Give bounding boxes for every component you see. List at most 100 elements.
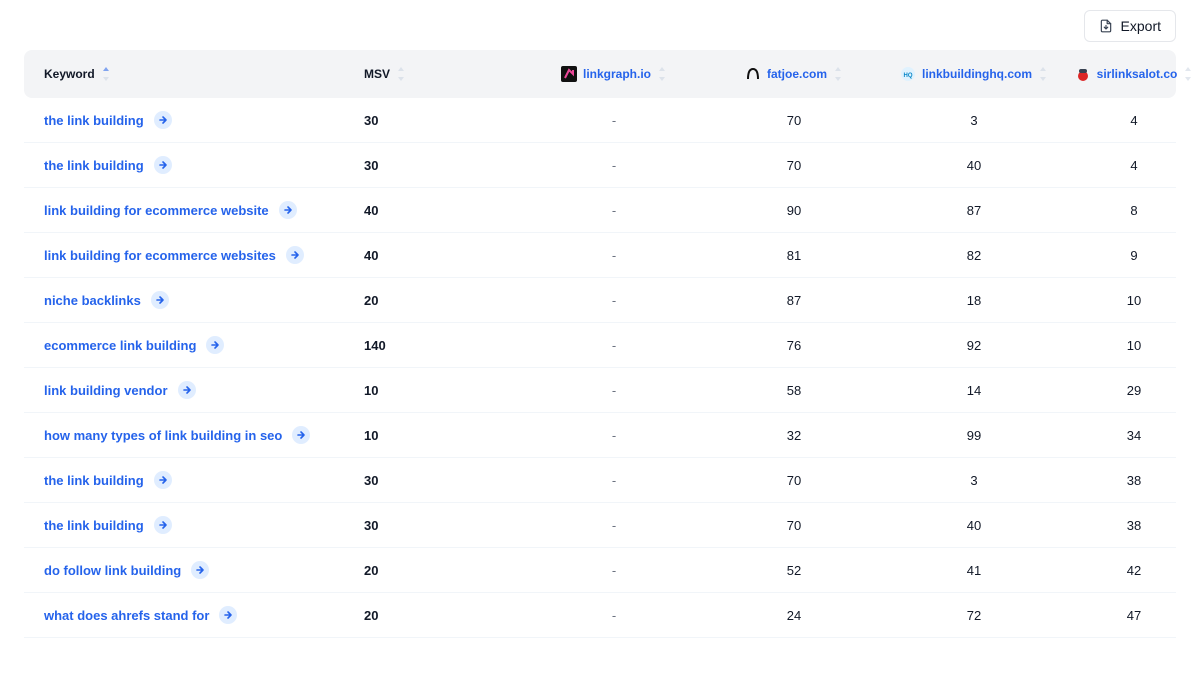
open-keyword-icon[interactable]	[191, 561, 209, 579]
table-row: the link building30-70338	[24, 458, 1176, 503]
col-competitor-1[interactable]: fatjoe.com	[704, 66, 884, 82]
open-keyword-icon[interactable]	[151, 291, 169, 309]
competitor-value-cell: 81	[704, 248, 884, 263]
competitor-value-cell: 38	[1064, 518, 1200, 533]
open-keyword-icon[interactable]	[206, 336, 224, 354]
msv-cell: 140	[364, 338, 524, 353]
keyword-link[interactable]: link building for ecommerce websites	[44, 248, 276, 263]
export-label: Export	[1121, 18, 1161, 34]
col-competitor-2[interactable]: HQ linkbuildinghq.com	[884, 66, 1064, 82]
competitor-value-cell: 40	[884, 518, 1064, 533]
keyword-link[interactable]: what does ahrefs stand for	[44, 608, 209, 623]
col-msv[interactable]: MSV	[364, 67, 524, 81]
keyword-link[interactable]: the link building	[44, 518, 144, 533]
table-row: ecommerce link building140-769210	[24, 323, 1176, 368]
table-row: how many types of link building in seo 10…	[24, 413, 1176, 458]
competitor-domain-label: fatjoe.com	[767, 67, 827, 81]
table-row: link building vendor10-581429	[24, 368, 1176, 413]
keyword-link[interactable]: the link building	[44, 113, 144, 128]
msv-cell: 30	[364, 473, 524, 488]
competitor-value-cell: 92	[884, 338, 1064, 353]
keyword-link[interactable]: niche backlinks	[44, 293, 141, 308]
competitor-value-cell: 70	[704, 113, 884, 128]
competitor-value-cell: 47	[1064, 608, 1200, 623]
sort-icon	[396, 67, 406, 81]
sort-icon	[101, 67, 111, 81]
table-row: what does ahrefs stand for20-247247	[24, 593, 1176, 638]
table-row: link building for ecommerce websites40-8…	[24, 233, 1176, 278]
table-row: link building for ecommerce website40-90…	[24, 188, 1176, 233]
keyword-cell: link building vendor	[44, 381, 364, 399]
competitor-value-cell: -	[524, 203, 704, 218]
msv-cell: 10	[364, 428, 524, 443]
open-keyword-icon[interactable]	[154, 516, 172, 534]
msv-cell: 20	[364, 608, 524, 623]
keyword-cell: do follow link building	[44, 561, 364, 579]
fatjoe-icon	[745, 66, 761, 82]
competitor-value-cell: 34	[1064, 428, 1200, 443]
competitor-value-cell: 90	[704, 203, 884, 218]
keyword-link[interactable]: do follow link building	[44, 563, 181, 578]
open-keyword-icon[interactable]	[178, 381, 196, 399]
sort-icon	[833, 67, 843, 81]
keyword-cell: the link building	[44, 516, 364, 534]
msv-cell: 40	[364, 248, 524, 263]
competitor-value-cell: 52	[704, 563, 884, 578]
competitor-value-cell: 70	[704, 473, 884, 488]
competitor-value-cell: -	[524, 293, 704, 308]
competitor-value-cell: 4	[1064, 113, 1200, 128]
competitor-value-cell: -	[524, 563, 704, 578]
col-competitor-3[interactable]: sirlinksalot.co	[1064, 66, 1200, 82]
keyword-cell: the link building	[44, 471, 364, 489]
open-keyword-icon[interactable]	[219, 606, 237, 624]
competitor-value-cell: 76	[704, 338, 884, 353]
sirlinksalot-icon	[1075, 66, 1091, 82]
open-keyword-icon[interactable]	[154, 156, 172, 174]
keyword-link[interactable]: ecommerce link building	[44, 338, 196, 353]
competitor-value-cell: 87	[884, 203, 1064, 218]
msv-cell: 30	[364, 158, 524, 173]
competitor-value-cell: -	[524, 248, 704, 263]
msv-cell: 10	[364, 383, 524, 398]
msv-cell: 30	[364, 518, 524, 533]
keyword-link[interactable]: link building vendor	[44, 383, 168, 398]
competitor-value-cell: -	[524, 113, 704, 128]
open-keyword-icon[interactable]	[154, 111, 172, 129]
competitor-value-cell: 70	[704, 518, 884, 533]
keyword-cell: how many types of link building in seo	[44, 426, 364, 444]
competitor-value-cell: 18	[884, 293, 1064, 308]
competitor-value-cell: 38	[1064, 473, 1200, 488]
table-header: Keyword MSV linkgraph.io	[24, 50, 1176, 98]
competitor-value-cell: 82	[884, 248, 1064, 263]
competitor-value-cell: 10	[1064, 338, 1200, 353]
open-keyword-icon[interactable]	[279, 201, 297, 219]
table-row: the link building30-704038	[24, 503, 1176, 548]
competitor-value-cell: 14	[884, 383, 1064, 398]
svg-text:HQ: HQ	[904, 73, 913, 79]
keyword-link[interactable]: the link building	[44, 158, 144, 173]
keyword-link[interactable]: how many types of link building in seo	[44, 428, 282, 443]
open-keyword-icon[interactable]	[286, 246, 304, 264]
keyword-cell: link building for ecommerce websites	[44, 246, 364, 264]
open-keyword-icon[interactable]	[154, 471, 172, 489]
competitor-value-cell: 41	[884, 563, 1064, 578]
col-keyword[interactable]: Keyword	[44, 67, 364, 81]
competitor-value-cell: 3	[884, 113, 1064, 128]
keyword-link[interactable]: the link building	[44, 473, 144, 488]
keyword-cell: the link building	[44, 156, 364, 174]
col-competitor-0[interactable]: linkgraph.io	[524, 66, 704, 82]
sort-icon	[657, 67, 667, 81]
competitor-value-cell: -	[524, 158, 704, 173]
table-row: niche backlinks20-871810	[24, 278, 1176, 323]
competitor-value-cell: 70	[704, 158, 884, 173]
export-button[interactable]: Export	[1084, 10, 1176, 42]
competitor-value-cell: 58	[704, 383, 884, 398]
linkbuildinghq-icon: HQ	[900, 66, 916, 82]
competitor-value-cell: -	[524, 383, 704, 398]
table-row: the link building30-7034	[24, 98, 1176, 143]
competitor-value-cell: 99	[884, 428, 1064, 443]
keyword-link[interactable]: link building for ecommerce website	[44, 203, 269, 218]
competitor-value-cell: -	[524, 473, 704, 488]
competitor-value-cell: 10	[1064, 293, 1200, 308]
open-keyword-icon[interactable]	[292, 426, 310, 444]
